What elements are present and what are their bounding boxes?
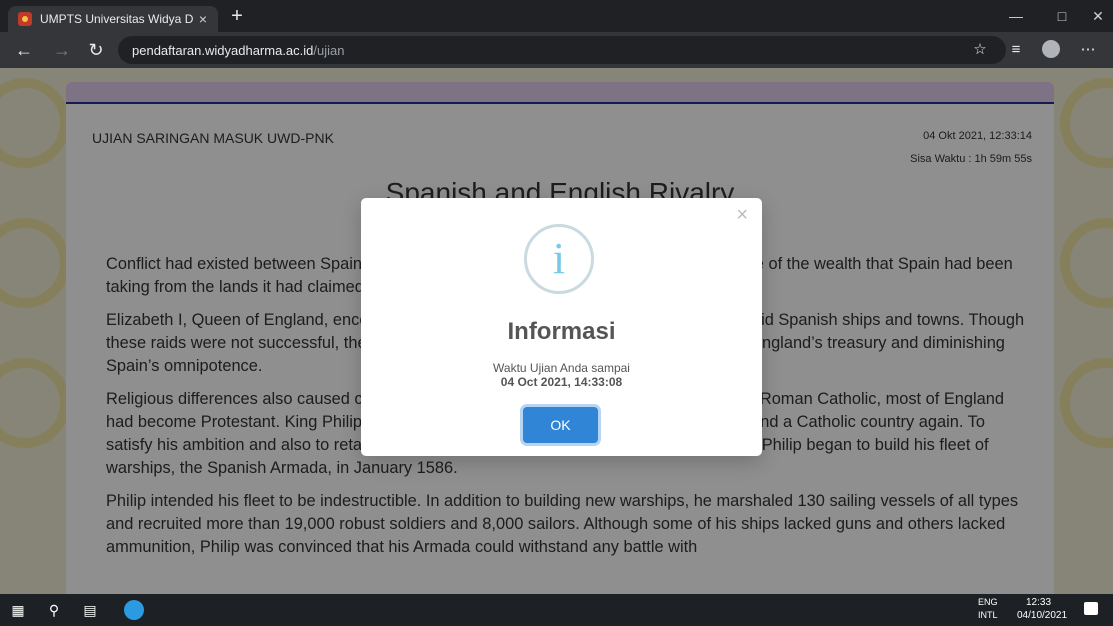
clock-date[interactable]: 04/10/2021 <box>1017 610 1067 621</box>
back-icon[interactable]: ← <box>12 38 36 62</box>
site-favicon-icon <box>18 12 32 26</box>
more-icon[interactable]: ⋯ <box>1076 38 1100 62</box>
url-path: /ujian <box>313 42 345 58</box>
search-icon[interactable]: ⚲ <box>36 594 72 626</box>
url-domain: pendaftaran.widyadharma.ac.id <box>132 42 314 58</box>
reload-icon[interactable]: ↻ <box>84 38 108 62</box>
profile-icon[interactable] <box>1042 40 1060 58</box>
browser-titlebar: UMPTS Universitas Widya Dharma × + — □ ✕ <box>0 0 1113 32</box>
tab-close-icon[interactable]: × <box>194 11 212 27</box>
notification-icon[interactable] <box>1084 602 1098 615</box>
start-menu-icon[interactable]: ▦ <box>0 594 36 626</box>
edge-browser-icon[interactable] <box>124 600 144 620</box>
dialog-close-icon[interactable]: × <box>736 204 748 227</box>
address-bar[interactable]: pendaftaran.widyadharma.ac.id/ujian <box>118 36 1006 64</box>
dialog-message: Waktu Ujian Anda sampai <box>493 361 630 375</box>
info-dialog: × i Informasi Waktu Ujian Anda sampai 04… <box>361 198 762 456</box>
info-icon: i <box>524 224 594 294</box>
forward-icon[interactable]: → <box>50 38 74 62</box>
windows-taskbar: ▦ ⚲ ▤ ENG INTL 12:33 04/10/2021 <box>0 594 1113 626</box>
browser-tab[interactable]: UMPTS Universitas Widya Dharma × <box>8 6 218 32</box>
keyboard-layout[interactable]: INTL <box>978 610 998 620</box>
task-view-icon[interactable]: ▤ <box>72 594 108 626</box>
dialog-deadline: 04 Oct 2021, 14:33:08 <box>500 375 623 389</box>
ok-button[interactable]: OK <box>523 407 598 443</box>
window-close-icon[interactable]: ✕ <box>1075 0 1113 32</box>
favorites-icon[interactable]: ≡ <box>1004 38 1028 62</box>
add-favorite-icon[interactable]: ☆ <box>968 38 992 62</box>
new-tab-button[interactable]: + <box>226 6 248 28</box>
minimize-icon[interactable]: — <box>993 0 1039 32</box>
tab-title: UMPTS Universitas Widya Dharma <box>40 12 194 26</box>
dialog-title: Informasi <box>507 318 616 345</box>
browser-toolbar: ← → ↻ pendaftaran.widyadharma.ac.id/ujia… <box>0 32 1113 68</box>
clock-time[interactable]: 12:33 <box>1026 597 1051 608</box>
language-indicator[interactable]: ENG <box>978 597 998 607</box>
